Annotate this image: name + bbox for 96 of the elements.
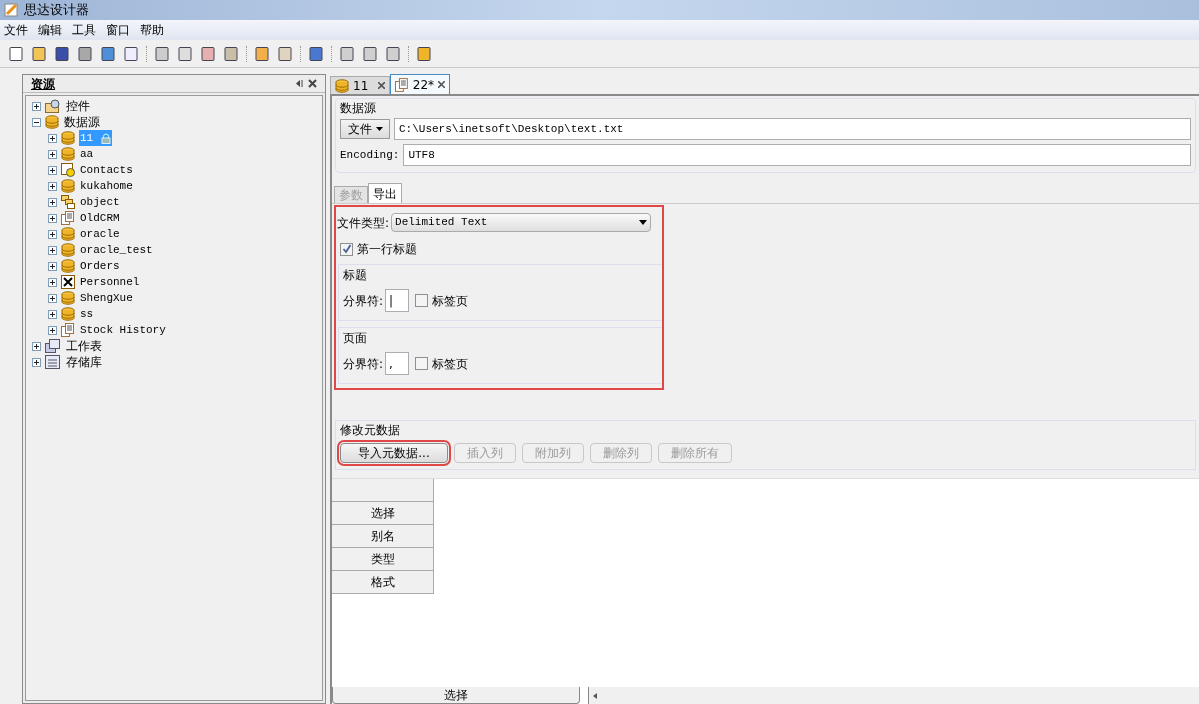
scroll-left-icon[interactable]: [593, 692, 597, 699]
expand-toggle[interactable]: [48, 325, 57, 335]
expand-toggle[interactable]: [48, 197, 57, 207]
documents-icon: [61, 323, 75, 337]
file-type-dropdown[interactable]: Delimited Text: [391, 213, 652, 232]
cabinet-icon: [45, 355, 61, 369]
close-icon[interactable]: [378, 82, 385, 89]
expand-toggle[interactable]: [32, 357, 41, 367]
group-title: 标题: [343, 267, 368, 284]
x-sheet-icon: [61, 275, 75, 289]
toolbar-button[interactable]: 导入元数据...: [340, 443, 448, 463]
caret-icon: [639, 220, 648, 225]
checkbox-label: 标签页: [432, 292, 469, 310]
horizontal-scrollbar[interactable]: [588, 687, 1199, 704]
menu-item[interactable]: 文件: [4, 21, 28, 39]
delimiter-field[interactable]: |: [385, 289, 410, 312]
tree-item[interactable]: Orders: [79, 257, 121, 275]
expand-toggle[interactable]: [48, 293, 57, 303]
documents-icon: [61, 211, 75, 225]
encoding-field[interactable]: UTF8: [403, 144, 1191, 166]
tree-item[interactable]: Contacts: [79, 161, 134, 179]
field-label: 分界符:: [343, 355, 384, 373]
close-icon[interactable]: [308, 79, 317, 88]
tree-item[interactable]: ShengXue: [79, 289, 134, 307]
menu-item[interactable]: 帮助: [140, 21, 164, 39]
expand-toggle[interactable]: [48, 165, 57, 175]
group-title: 页面: [343, 330, 368, 347]
tree-item[interactable]: 数据源: [63, 113, 101, 131]
expand-toggle[interactable]: [48, 277, 57, 287]
database-icon: [61, 179, 75, 193]
database-icon: [61, 307, 75, 321]
group-title: 数据源: [340, 100, 377, 116]
sheets-icon: [45, 339, 61, 353]
tree-item[interactable]: oracle: [79, 225, 121, 243]
tree-item[interactable]: object: [79, 193, 121, 211]
stacked-boxes-icon: [61, 195, 75, 209]
tree-item[interactable]: 存储库: [65, 353, 103, 371]
database-icon: [61, 147, 75, 161]
checkbox-label: 标签页: [432, 355, 469, 373]
sub-tab[interactable]: 导出: [368, 183, 402, 203]
window-title: 思达设计器: [24, 1, 89, 20]
expand-toggle[interactable]: [48, 261, 57, 271]
tree-item[interactable]: aa: [79, 145, 95, 163]
editor-tab[interactable]: 22*: [390, 74, 450, 94]
menu-item[interactable]: 窗口: [106, 21, 130, 39]
expand-toggle[interactable]: [48, 245, 57, 255]
row-header: 类型: [332, 548, 434, 571]
database-icon: [335, 78, 349, 93]
expand-toggle[interactable]: [48, 213, 57, 223]
path-field[interactable]: C:\Users\inetsoft\Desktop\text.txt: [394, 118, 1191, 140]
expand-toggle[interactable]: [48, 133, 57, 143]
menu-item[interactable]: 工具: [72, 21, 96, 39]
database-icon: [61, 227, 75, 241]
expand-toggle[interactable]: [48, 149, 57, 159]
tree-item[interactable]: 工作表: [65, 337, 103, 355]
sheet-tab[interactable]: 选择: [332, 687, 580, 704]
expand-toggle[interactable]: [48, 309, 57, 319]
tree-item[interactable]: ss: [79, 305, 95, 323]
checkbox[interactable]: [415, 357, 429, 370]
folder-gear-icon: [45, 99, 61, 113]
field-label: 文件类型:: [337, 214, 390, 232]
field-label: 分界符:: [343, 292, 384, 310]
checkbox[interactable]: [415, 294, 429, 307]
tree-item[interactable]: kukahome: [79, 177, 134, 195]
tree-item[interactable]: Personnel: [79, 273, 141, 291]
collapse-toggle[interactable]: [32, 117, 41, 127]
database-icon: [45, 115, 59, 129]
source-type-dropdown[interactable]: 文件: [340, 119, 390, 139]
row-header: 格式: [332, 571, 434, 594]
tree-item[interactable]: Stock History: [79, 321, 167, 339]
menu-item[interactable]: 编辑: [38, 21, 62, 39]
expand-toggle[interactable]: [48, 181, 57, 191]
app-logo-icon: [4, 2, 20, 18]
tree-item[interactable]: 控件: [65, 97, 91, 115]
panel-title: 资源: [31, 75, 55, 93]
database-icon: [61, 243, 75, 257]
caret-icon: [375, 127, 383, 131]
checkbox[interactable]: [340, 242, 353, 256]
expand-toggle[interactable]: [32, 341, 41, 351]
database-icon: [61, 131, 75, 145]
group-title: 修改元数据: [340, 422, 401, 439]
minimize-panel-icon[interactable]: [295, 79, 304, 88]
editor-tab[interactable]: 11: [330, 76, 390, 94]
close-icon[interactable]: [438, 81, 445, 88]
expand-toggle[interactable]: [32, 101, 41, 111]
documents-icon: [395, 77, 409, 92]
row-header: 选择: [332, 502, 434, 525]
row-header: 别名: [332, 525, 434, 548]
tree-item[interactable]: oracle_test: [79, 241, 154, 259]
expand-toggle[interactable]: [48, 229, 57, 239]
database-icon: [61, 291, 75, 305]
field-label: Encoding:: [340, 147, 400, 163]
tree-item[interactable]: OldCRM: [79, 209, 121, 227]
delimiter-field[interactable]: ,: [385, 352, 410, 375]
checkbox-label: 第一行标题: [357, 241, 417, 258]
database-icon: [61, 259, 75, 273]
